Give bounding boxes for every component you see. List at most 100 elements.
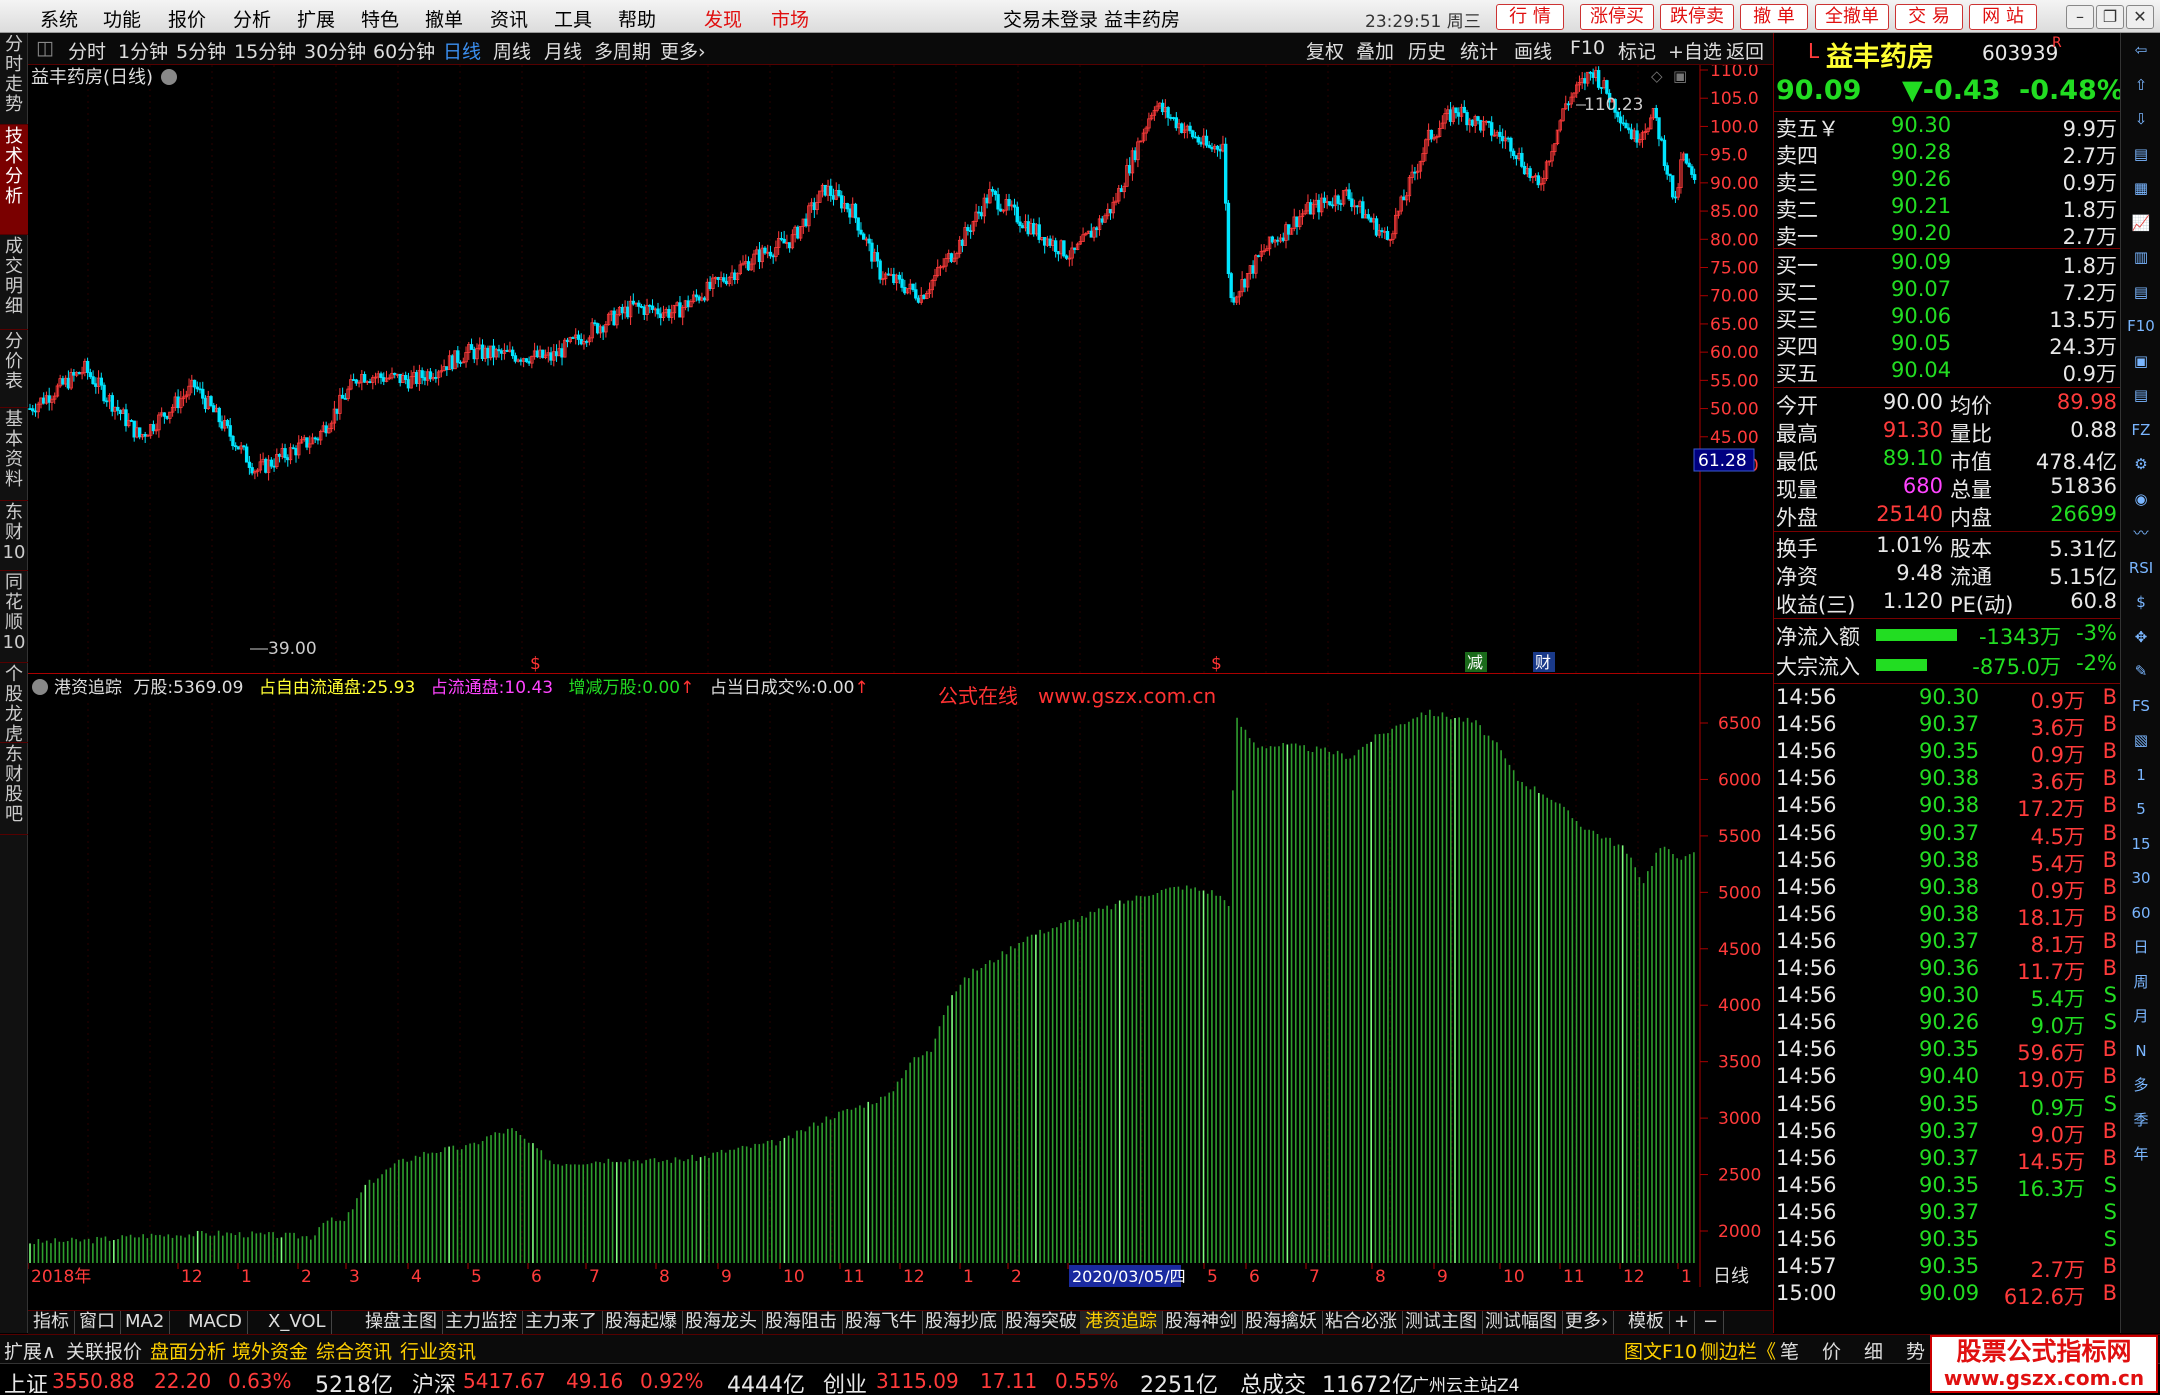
tab-ths-10[interactable]: 同花顺10 bbox=[0, 571, 28, 663]
toolbar-icon[interactable]: ▤ bbox=[2127, 279, 2155, 305]
ext-right-item[interactable]: 价 bbox=[1822, 1337, 1841, 1364]
candlestick-chart[interactable]: 110.0 105.0 100.0 95.0 90.00 85.00 80.00 75.00 7… bbox=[28, 65, 1773, 673]
menu-cancel-order[interactable]: 撤单 bbox=[425, 5, 463, 32]
toolbar-icon[interactable]: 60 bbox=[2127, 900, 2155, 926]
btn-back[interactable]: 返回 bbox=[1726, 37, 1764, 64]
period-15min[interactable]: 15分钟 bbox=[234, 37, 296, 64]
ask-row[interactable]: 卖一 90.20 2.7万 bbox=[1774, 221, 2121, 249]
indicator-tab[interactable]: + bbox=[1669, 1311, 1696, 1335]
bid-row[interactable]: 买三 90.06 13.5万 bbox=[1774, 304, 2121, 332]
indicator-tab[interactable]: 股海突破 bbox=[1000, 1311, 1083, 1335]
toolbar-icon[interactable]: FZ bbox=[2127, 417, 2155, 443]
ask-row[interactable]: 卖五￥ 90.30 9.9万 bbox=[1774, 113, 2121, 141]
toolbar-icon[interactable]: ▣ bbox=[2127, 348, 2155, 374]
btn-history[interactable]: 历史 bbox=[1408, 37, 1446, 64]
toolbar-icon[interactable]: RSI bbox=[2127, 555, 2155, 581]
chart-settings-icon[interactable] bbox=[161, 69, 177, 85]
indicator-tab[interactable]: − bbox=[1698, 1311, 1725, 1335]
diamond-icon[interactable]: ◇ bbox=[1651, 67, 1663, 85]
ext-tab[interactable]: 扩展∧ bbox=[4, 1337, 56, 1364]
toolbar-icon[interactable]: ✎ bbox=[2127, 658, 2155, 684]
indicator-tab[interactable]: 股海擒妖 bbox=[1240, 1311, 1323, 1335]
ask-row[interactable]: 卖三 90.26 0.9万 bbox=[1774, 167, 2121, 195]
period-more[interactable]: 更多› bbox=[660, 37, 706, 64]
indicator-tab[interactable]: 测试主图 bbox=[1400, 1311, 1483, 1335]
limit-down-sell-button[interactable]: 跌停卖 bbox=[1660, 4, 1734, 30]
menu-analysis[interactable]: 分析 bbox=[233, 5, 271, 32]
quote-button[interactable]: 行 情 bbox=[1496, 4, 1564, 30]
period-60min[interactable]: 60分钟 bbox=[373, 37, 435, 64]
toolbar-icon[interactable]: $ bbox=[2127, 589, 2155, 615]
tab-technical-analysis[interactable]: 技术分析 bbox=[0, 125, 28, 235]
toolbar-icon[interactable]: ▥ bbox=[2127, 244, 2155, 270]
period-intraday[interactable]: 分时 bbox=[68, 37, 106, 64]
period-monthly[interactable]: 月线 bbox=[544, 37, 582, 64]
ext-right-item[interactable]: 细 bbox=[1864, 1337, 1883, 1364]
indicator-tab[interactable]: 股海龙头 bbox=[680, 1311, 763, 1335]
toolbar-icon[interactable]: ▤ bbox=[2127, 382, 2155, 408]
ext-tab[interactable]: 境外资金 bbox=[232, 1337, 308, 1364]
menu-function[interactable]: 功能 bbox=[103, 5, 141, 32]
period-weekly[interactable]: 周线 bbox=[493, 37, 531, 64]
bid-row[interactable]: 买一 90.09 1.8万 bbox=[1774, 250, 2121, 278]
ext-right-item[interactable]: 笔 bbox=[1780, 1337, 1799, 1364]
indicator-tab[interactable]: 主力监控 bbox=[440, 1311, 523, 1335]
menu-news[interactable]: 资讯 bbox=[490, 5, 528, 32]
indicator-tab[interactable]: 窗口 bbox=[74, 1311, 121, 1335]
bid-row[interactable]: 买四 90.05 24.3万 bbox=[1774, 331, 2121, 359]
btn-draw[interactable]: 画线 bbox=[1514, 37, 1552, 64]
tab-eastmoney-10[interactable]: 东财10 bbox=[0, 501, 28, 571]
indicator-tab[interactable]: X_VOL bbox=[263, 1311, 332, 1335]
toolbar-icon[interactable]: ⇩ bbox=[2127, 106, 2155, 132]
cancel-all-button[interactable]: 全撤单 bbox=[1815, 4, 1889, 30]
indicator-tab[interactable]: 股海飞牛 bbox=[840, 1311, 923, 1335]
indicator-tab[interactable]: 操盘主图 bbox=[360, 1311, 443, 1335]
toolbar-icon[interactable]: 周 bbox=[2127, 969, 2155, 995]
btn-stats[interactable]: 统计 bbox=[1460, 37, 1498, 64]
toolbar-icon[interactable]: 30 bbox=[2127, 865, 2155, 891]
close-icon[interactable]: ✕ bbox=[2126, 5, 2154, 29]
expand-icon[interactable]: ▣ bbox=[1673, 67, 1687, 85]
indicator-tab[interactable]: 测试幅图 bbox=[1480, 1311, 1563, 1335]
indicator-tab[interactable]: 指标 bbox=[28, 1311, 75, 1335]
period-multi[interactable]: 多周期 bbox=[594, 37, 651, 64]
indicator-settings-icon[interactable] bbox=[32, 679, 48, 695]
limit-up-buy-button[interactable]: 涨停买 bbox=[1580, 4, 1654, 30]
indicator-tab[interactable]: 更多› bbox=[1560, 1311, 1615, 1335]
restore-icon[interactable]: ❐ bbox=[2096, 5, 2124, 29]
toolbar-icon[interactable]: ⇧ bbox=[2127, 72, 2155, 98]
btn-add-watchlist[interactable]: +自选 bbox=[1668, 37, 1722, 64]
indicator-tab[interactable]: 粘合必涨 bbox=[1320, 1311, 1403, 1335]
btn-adjust[interactable]: 复权 bbox=[1306, 37, 1344, 64]
toolbar-icon[interactable]: ◉ bbox=[2127, 486, 2155, 512]
menu-market[interactable]: 市场 bbox=[771, 5, 809, 32]
menu-system[interactable]: 系统 bbox=[40, 5, 78, 32]
ask-row[interactable]: 卖四 90.28 2.7万 bbox=[1774, 140, 2121, 168]
ext-right-item[interactable]: 侧边栏《 bbox=[1700, 1337, 1776, 1364]
btn-f10[interactable]: F10 bbox=[1570, 37, 1605, 59]
tab-stock-forum[interactable]: 东财股吧 bbox=[0, 743, 28, 835]
toolbar-icon[interactable]: 📈 bbox=[2127, 210, 2155, 236]
toolbar-icon[interactable]: N bbox=[2127, 1038, 2155, 1064]
indicator-tab[interactable]: 主力来了 bbox=[520, 1311, 603, 1335]
menu-extend[interactable]: 扩展 bbox=[297, 5, 335, 32]
indicator-tab[interactable]: MACD bbox=[183, 1311, 248, 1335]
tab-dragon-tiger[interactable]: 个股龙虎 bbox=[0, 663, 28, 745]
toolbar-icon[interactable]: 15 bbox=[2127, 831, 2155, 857]
toolbar-icon[interactable]: ▤ bbox=[2127, 141, 2155, 167]
toolbar-icon[interactable]: FS bbox=[2127, 693, 2155, 719]
toolbar-icon[interactable]: 1 bbox=[2127, 762, 2155, 788]
menu-quote[interactable]: 报价 bbox=[168, 5, 206, 32]
tab-trade-detail[interactable]: 成交明细 bbox=[0, 235, 28, 330]
ask-row[interactable]: 卖二 90.21 1.8万 bbox=[1774, 194, 2121, 222]
toolbar-icon[interactable]: ✥ bbox=[2127, 624, 2155, 650]
period-5min[interactable]: 5分钟 bbox=[176, 37, 226, 64]
bid-row[interactable]: 买五 90.04 0.9万 bbox=[1774, 358, 2121, 386]
indicator-tab[interactable]: 港资追踪 bbox=[1080, 1311, 1163, 1335]
toolbar-icon[interactable]: ▦ bbox=[2127, 175, 2155, 201]
website-button[interactable]: 网 站 bbox=[1969, 4, 2037, 30]
btn-overlay[interactable]: 叠加 bbox=[1356, 37, 1394, 64]
toolbar-icon[interactable]: 5 bbox=[2127, 796, 2155, 822]
toolbar-icon[interactable]: 年 bbox=[2127, 1141, 2155, 1167]
indicator-tab[interactable]: 股海起爆 bbox=[600, 1311, 683, 1335]
